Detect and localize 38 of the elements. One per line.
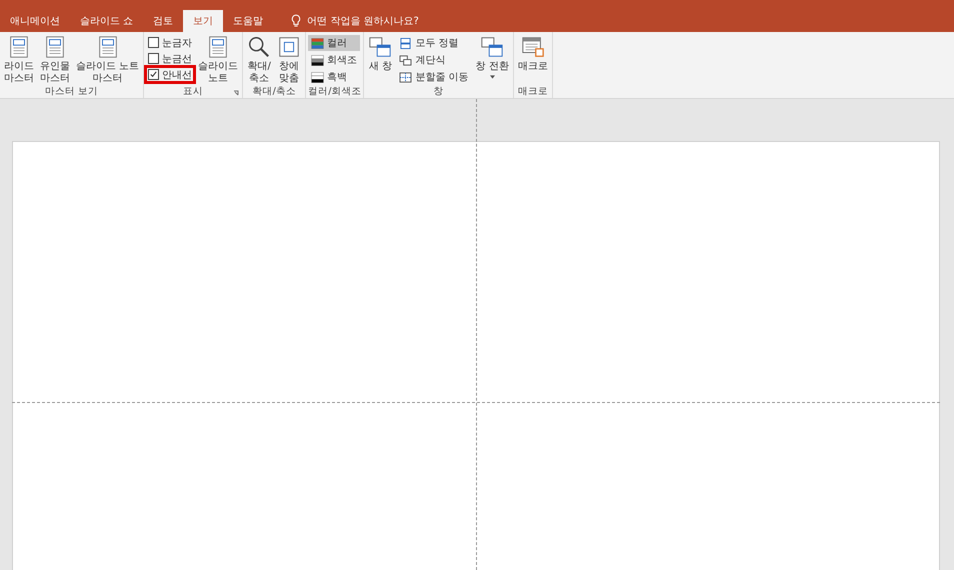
- ribbon-button[interactable]: 창에 맞춤: [275, 35, 304, 84]
- swatch-icon: [311, 54, 324, 66]
- checkmark-icon: [149, 70, 158, 79]
- ribbon-tab[interactable]: 검토: [143, 10, 184, 32]
- ribbon-button[interactable]: 새 창: [366, 35, 394, 72]
- checkbox[interactable]: 안내선: [146, 67, 194, 82]
- group-label: 컬러/회색조: [308, 85, 362, 98]
- group-label: 마스터 보기: [45, 84, 98, 98]
- color-mode-button[interactable]: 흑백: [308, 69, 360, 85]
- tell-me-search[interactable]: 어떤 작업을 원하시나요?: [307, 14, 419, 28]
- ribbon-button[interactable]: 창 전환: [474, 35, 511, 78]
- checkbox[interactable]: 눈금선: [146, 51, 194, 66]
- ribbon-button[interactable]: 슬라이드 노트 마스터: [74, 35, 142, 84]
- dialog-launcher-icon[interactable]: [233, 90, 240, 96]
- ribbon-tab[interactable]: 도움말: [223, 10, 274, 32]
- group-label: 창: [434, 85, 444, 98]
- checkbox[interactable]: 눈금자: [146, 35, 194, 50]
- ribbon-button[interactable]: 모두 정렬: [396, 35, 472, 51]
- ribbon-tab[interactable]: 보기: [183, 10, 224, 32]
- group-label: 확대/축소: [252, 84, 296, 98]
- group-label: 표시: [183, 84, 204, 98]
- swatch-icon: [311, 72, 324, 82]
- ribbon-button[interactable]: 확대/ 축소: [245, 35, 274, 84]
- search-icon: [247, 35, 272, 59]
- ribbon-button[interactable]: 슬라이드 노트: [196, 35, 240, 84]
- ribbon-button[interactable]: 계단식: [396, 52, 472, 68]
- lightbulb-icon: [291, 14, 302, 28]
- ribbon-button[interactable]: 매크로: [516, 35, 550, 72]
- stacked-windows-icon: [399, 38, 412, 48]
- color-mode-button[interactable]: 컬러: [308, 35, 360, 51]
- ribbon-tab[interactable]: 애니메이션: [0, 10, 70, 32]
- ribbon-button[interactable]: 라이드 마스터: [2, 35, 36, 84]
- ribbon-button[interactable]: 분할줄 이동: [396, 69, 472, 85]
- ribbon-tab[interactable]: 슬라이드 쇼: [70, 10, 144, 32]
- color-mode-button[interactable]: 회색조: [308, 52, 360, 68]
- swatch-icon: [311, 38, 324, 48]
- ribbon-button[interactable]: 유인물 마스터: [38, 35, 72, 84]
- group-label: 매크로: [518, 84, 548, 98]
